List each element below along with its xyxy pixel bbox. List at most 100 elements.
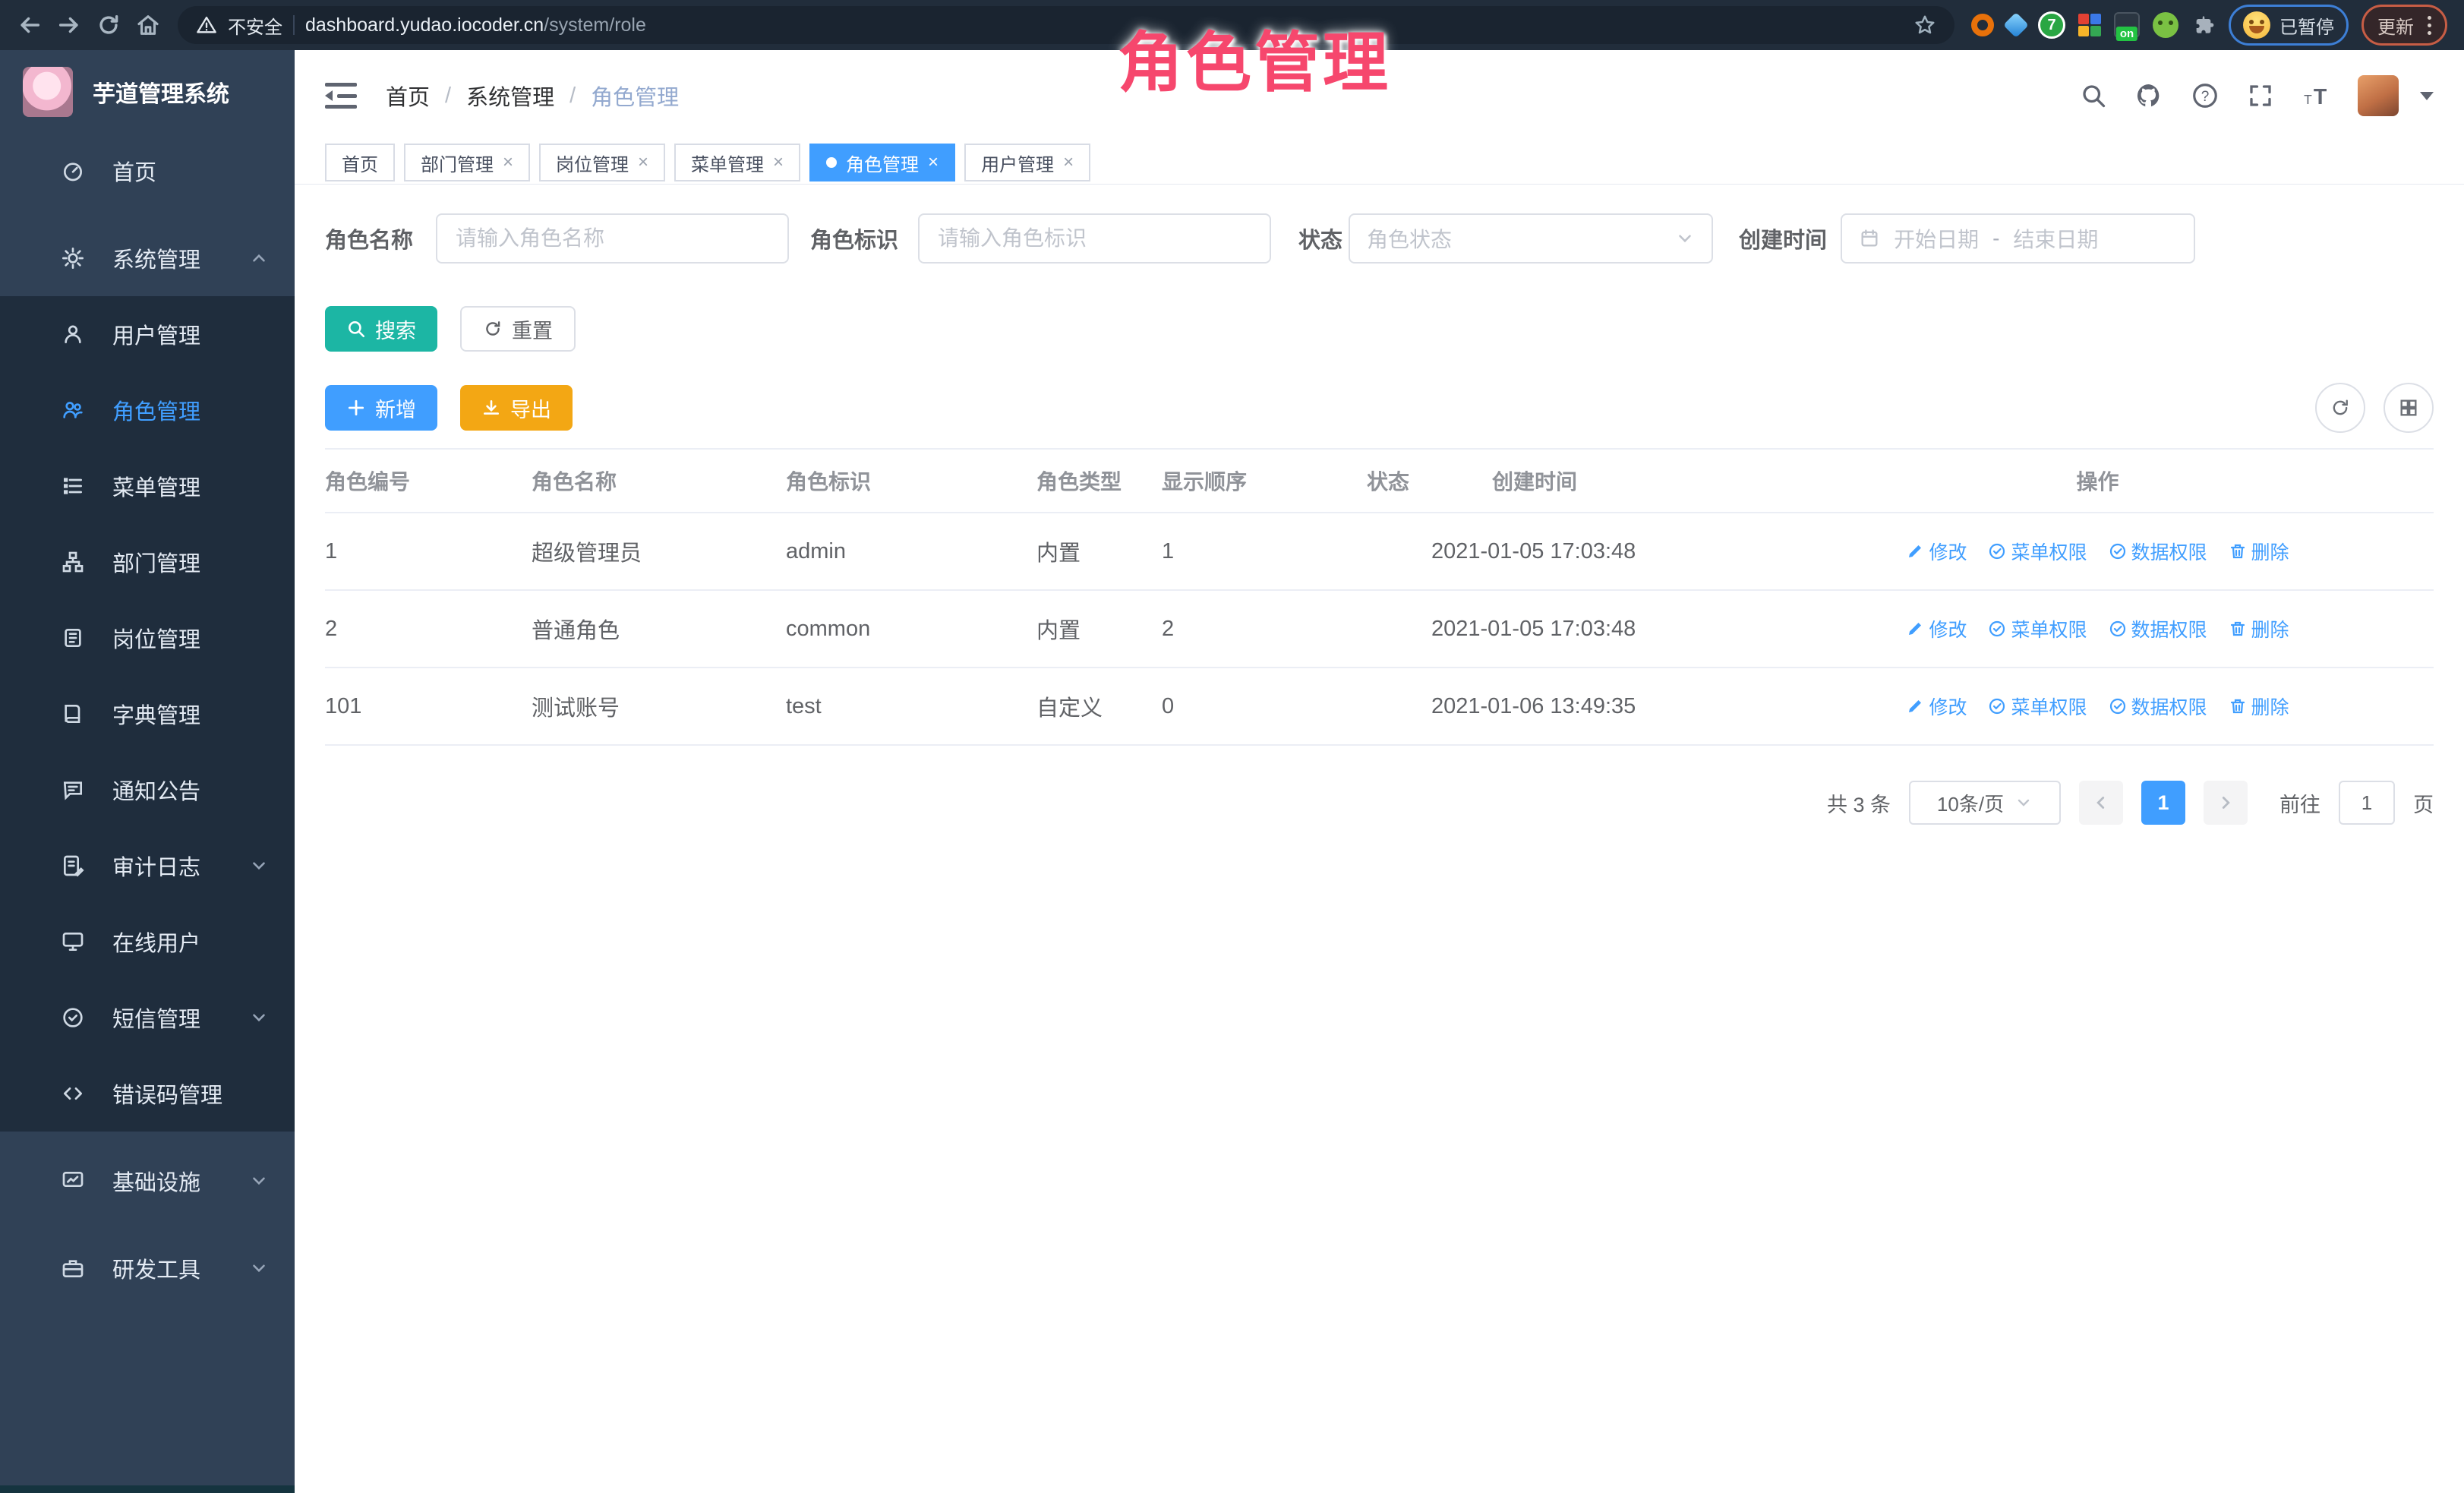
column-settings-button[interactable] <box>2384 383 2434 433</box>
bookmark-star-button[interactable] <box>1913 14 1936 36</box>
cell-role-id: 2 <box>325 590 532 668</box>
close-icon[interactable]: × <box>928 153 939 172</box>
browser-forward-button[interactable] <box>52 8 87 43</box>
sidebar-item-posts[interactable]: 岗位管理 <box>0 600 295 676</box>
next-page-button[interactable] <box>2204 781 2248 825</box>
sidebar-item-notices[interactable]: 通知公告 <box>0 752 295 828</box>
tab-posts[interactable]: 岗位管理× <box>539 144 665 181</box>
text-size-icon[interactable]: TT <box>2302 81 2330 110</box>
data-permission-link[interactable]: 数据权限 <box>2109 538 2207 565</box>
tab-menus[interactable]: 菜单管理× <box>674 144 800 181</box>
reset-button-label: 重置 <box>512 314 553 344</box>
color-grid-extension-icon[interactable] <box>2078 14 2101 36</box>
breadcrumb-system[interactable]: 系统管理 <box>466 80 554 112</box>
reset-button[interactable]: 重置 <box>460 306 576 352</box>
fullscreen-icon[interactable] <box>2247 82 2274 109</box>
goto-page-input[interactable] <box>2339 781 2395 825</box>
sidebar-item-audit-log[interactable]: 审计日志 <box>0 828 295 904</box>
sidebar-item-dictionary[interactable]: 字典管理 <box>0 676 295 752</box>
search-button[interactable]: 搜索 <box>325 306 437 352</box>
sidebar-item-error-codes[interactable]: 错误码管理 <box>0 1056 295 1132</box>
breadcrumb-home[interactable]: 首页 <box>386 80 430 112</box>
browser-home-button[interactable] <box>131 8 166 43</box>
browser-update-pill[interactable]: 更新 <box>2361 5 2447 46</box>
close-icon[interactable]: × <box>638 153 648 172</box>
edit-link[interactable]: 修改 <box>1906 538 1967 565</box>
security-warning-label[interactable]: 不安全 <box>228 12 282 39</box>
hamburger-icon[interactable] <box>325 83 357 109</box>
sidebar-item-roles[interactable]: 角色管理 <box>0 372 295 448</box>
header-role-key: 角色标识 <box>786 449 1036 513</box>
url-domain: dashboard.yudao.iocoder.cn <box>305 14 544 36</box>
action-label: 数据权限 <box>2131 615 2207 642</box>
prev-page-button[interactable] <box>2079 781 2123 825</box>
tab-home[interactable]: 首页 <box>325 144 395 181</box>
tab-roles[interactable]: 角色管理× <box>809 144 955 181</box>
row-actions: 修改 菜单权限 数据权限 删除 <box>1898 538 2434 565</box>
github-icon[interactable] <box>2134 81 2163 110</box>
start-date-placeholder: 开始日期 <box>1894 223 1979 254</box>
sidebar-item-online-users[interactable]: 在线用户 <box>0 904 295 980</box>
sidebar-item-label: 部门管理 <box>112 546 200 578</box>
refresh-table-button[interactable] <box>2315 383 2365 433</box>
delete-link[interactable]: 删除 <box>2229 693 2289 720</box>
edit-link[interactable]: 修改 <box>1906 693 1967 720</box>
data-permission-link[interactable]: 数据权限 <box>2109 693 2207 720</box>
roles-table: 角色编号 角色名称 角色标识 角色类型 显示顺序 状态 创建时间 操作 1 <box>325 448 2434 746</box>
add-button[interactable]: 新增 <box>325 385 437 431</box>
browser-back-button[interactable] <box>12 8 47 43</box>
browser-reload-button[interactable] <box>91 8 126 43</box>
delete-link[interactable]: 删除 <box>2229 615 2289 642</box>
circle-check-icon <box>2109 620 2127 638</box>
edit-link[interactable]: 修改 <box>1906 615 1967 642</box>
close-icon[interactable]: × <box>1063 153 1074 172</box>
monkey-extension-icon[interactable] <box>2153 12 2178 38</box>
sidebar-item-menus[interactable]: 菜单管理 <box>0 448 295 524</box>
profile-emoji-icon <box>2243 11 2270 39</box>
sidebar-item-dev-tools[interactable]: 研发工具 <box>0 1230 295 1306</box>
blue-gem-extension-icon[interactable] <box>2003 12 2029 38</box>
switch-extension-icon[interactable]: on <box>2114 12 2140 38</box>
puzzle-extensions-icon[interactable] <box>2191 13 2216 37</box>
sidebar-item-sms[interactable]: 短信管理 <box>0 980 295 1056</box>
sidebar-item-users[interactable]: 用户管理 <box>0 296 295 372</box>
chevron-down-icon[interactable] <box>2420 92 2434 100</box>
sidebar-item-departments[interactable]: 部门管理 <box>0 524 295 600</box>
cell-created-time: 2021-01-05 17:03:48 <box>1431 590 1898 668</box>
close-icon[interactable]: × <box>773 153 784 172</box>
pencil-icon <box>1906 620 1924 638</box>
menu-permission-link[interactable]: 菜单权限 <box>1988 538 2087 565</box>
sidebar-item-label: 首页 <box>112 155 156 187</box>
search-icon[interactable] <box>2080 82 2107 109</box>
sidebar: 芋道管理系统 首页 系统管理 用户管理 角色管理 <box>0 50 295 1493</box>
page-size-select[interactable]: 10条/页 <box>1909 781 2061 825</box>
menu-permission-link[interactable]: 菜单权限 <box>1988 693 2087 720</box>
help-icon[interactable]: ? <box>2191 81 2219 110</box>
tab-users[interactable]: 用户管理× <box>964 144 1090 181</box>
url-bar[interactable]: 不安全 dashboard.yudao.iocoder.cn/system/ro… <box>178 6 1954 44</box>
delete-link[interactable]: 删除 <box>2229 538 2289 565</box>
tab-departments[interactable]: 部门管理× <box>404 144 530 181</box>
green-circle-extension-icon[interactable]: 7 <box>2038 11 2065 39</box>
user-icon <box>61 322 85 346</box>
calendar-icon <box>1859 228 1880 249</box>
add-button-label: 新增 <box>375 393 416 423</box>
page-1-button[interactable]: 1 <box>2141 781 2185 825</box>
orange-ring-extension-icon[interactable] <box>1971 14 1994 36</box>
date-range-picker[interactable]: 开始日期 - 结束日期 <box>1841 213 2195 264</box>
status-select[interactable]: 角色状态 <box>1349 213 1713 264</box>
user-avatar[interactable] <box>2358 75 2399 116</box>
sidebar-item-system[interactable]: 系统管理 <box>0 220 295 296</box>
sidebar-item-infrastructure[interactable]: 基础设施 <box>0 1143 295 1219</box>
sidebar-item-label: 基础设施 <box>112 1165 200 1197</box>
profile-paused-pill[interactable]: 已暂停 <box>2229 5 2349 46</box>
sidebar-item-home[interactable]: 首页 <box>0 133 295 209</box>
close-icon[interactable]: × <box>503 153 513 172</box>
export-button[interactable]: 导出 <box>460 385 573 431</box>
role-key-input[interactable] <box>918 213 1271 264</box>
menu-permission-link[interactable]: 菜单权限 <box>1988 615 2087 642</box>
data-permission-link[interactable]: 数据权限 <box>2109 615 2207 642</box>
app-logo-row[interactable]: 芋道管理系统 <box>0 50 295 133</box>
role-name-input[interactable] <box>436 213 789 264</box>
kebab-menu-icon[interactable] <box>2428 16 2431 35</box>
